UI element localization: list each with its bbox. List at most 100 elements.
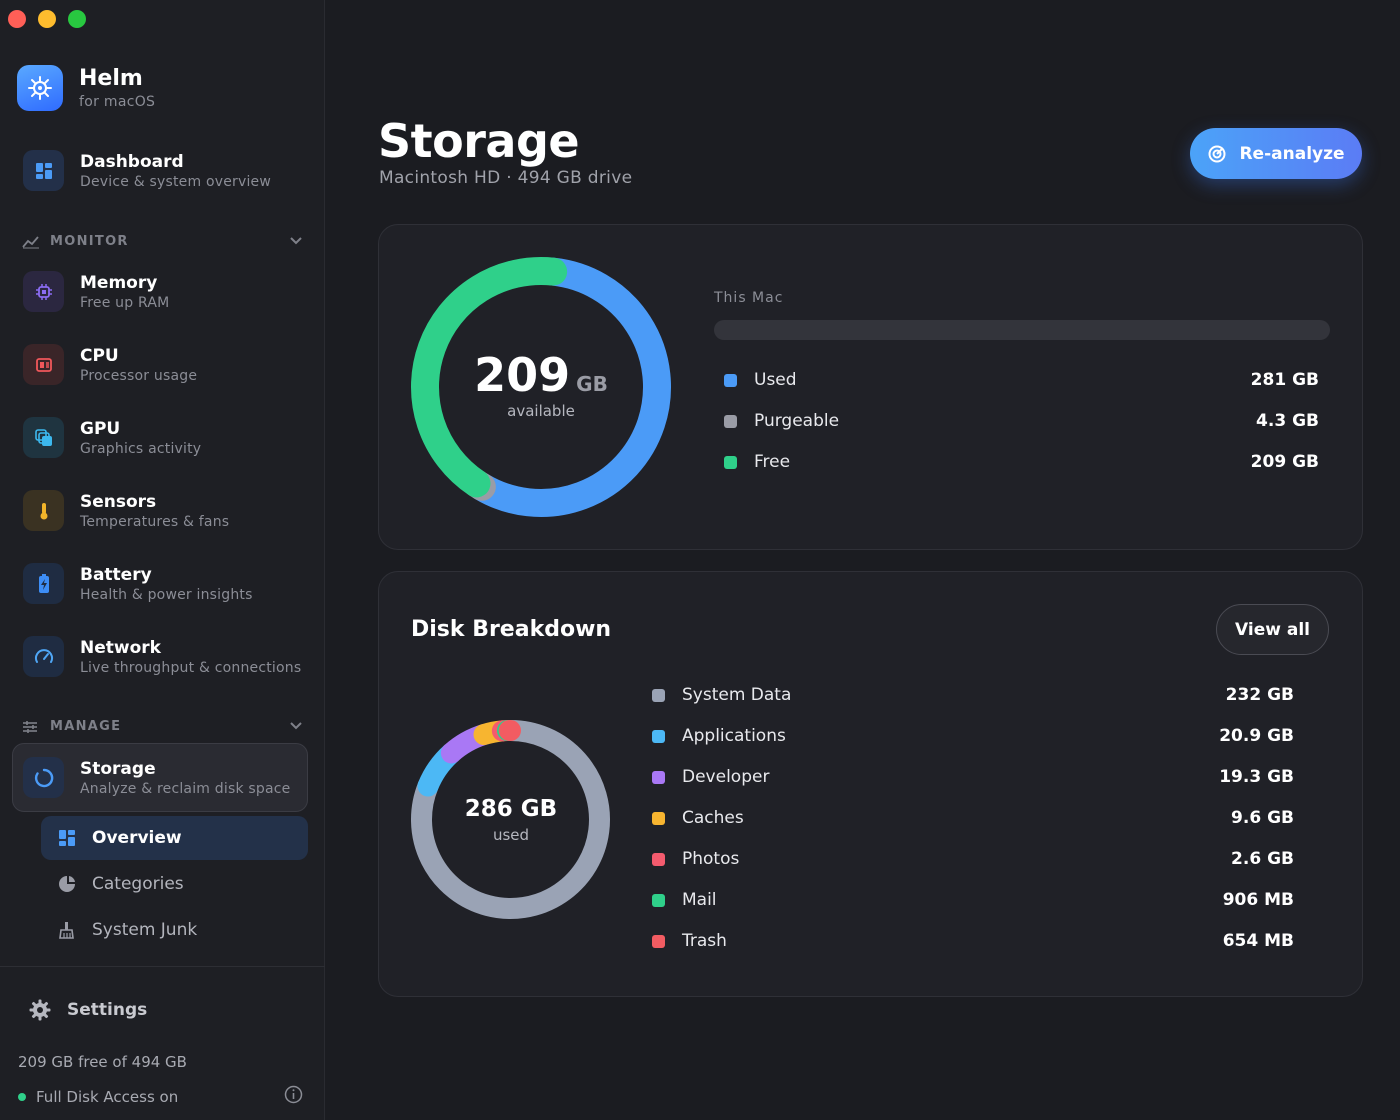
used-label: used [492,826,530,844]
window-controls [8,10,86,28]
breakdown-row-system-data[interactable]: System Data 232 GB [652,685,1294,705]
category-value: 654 MB [1222,931,1294,951]
page-subtitle: Macintosh HD · 494 GB drive [379,168,633,188]
sidebar-item-label: Dashboard [80,152,184,172]
category-swatch [652,729,665,743]
breakdown-row-developer[interactable]: Developer 19.3 GB [652,767,1294,787]
free-swatch [724,455,737,469]
sidebar-item-gpu[interactable]: GPU Graphics activity [23,417,201,458]
sidebar-item-storage[interactable]: Storage Analyze & reclaim disk space [23,757,291,798]
sidebar-subitem-label: Overview [92,828,182,848]
sidebar-item-memory[interactable]: Memory Free up RAM [23,271,169,312]
sidebar-item-network[interactable]: Network Live throughput & connections [23,636,301,677]
sidebar-item-label: Sensors [80,492,157,512]
sidebar-item-label: GPU [80,419,121,439]
sidebar-item-label: Network [80,638,161,658]
category-value: 2.6 GB [1231,849,1294,869]
helm-logo-icon [17,65,63,111]
breakdown-row-mail[interactable]: Mail 906 MB [652,890,1294,910]
sidebar-item-description: Temperatures & fans [80,514,230,530]
usage-bar [714,320,1330,340]
available-label: available [507,402,575,420]
reanalyze-label: Re-analyze [1239,143,1345,164]
sidebar-item-description: Device & system overview [80,174,272,190]
monitor-section-header[interactable]: MONITOR [22,234,302,249]
settings-button[interactable]: Settings [29,999,147,1021]
used-value: 286 GB [464,796,558,822]
used-readout: 286 GB used [431,796,591,844]
breakdown-row-applications[interactable]: Applications 20.9 GB [652,726,1294,746]
breakdown-row-photos[interactable]: Photos 2.6 GB [652,849,1294,869]
legend-name: Used [754,370,797,390]
sidebar-item-description: Processor usage [80,368,198,384]
category-name: Mail [682,890,717,910]
disk-access-status: Full Disk Access on [18,1085,303,1108]
sidebar-item-label: Battery [80,565,152,585]
gear-icon [29,999,51,1021]
manage-section-header[interactable]: MANAGE [22,719,302,734]
close-window-button[interactable] [8,10,26,28]
app-brand: Helm for macOS [17,65,155,111]
chevron-down-icon [290,234,302,249]
sidebar-item-cpu[interactable]: CPU Processor usage [23,344,197,385]
sidebar-item-description: Live throughput & connections [80,660,302,676]
broom-icon [59,922,74,939]
sidebar-item-description: Health & power insights [80,587,253,603]
settings-label: Settings [67,1000,148,1020]
app-name: Helm [79,66,143,91]
legend-row-used: Used 281 GB [724,370,1319,390]
category-swatch [652,811,665,825]
status-dot [18,1092,26,1101]
view-all-button[interactable]: View all [1216,604,1329,655]
zoom-window-button[interactable] [68,10,86,28]
sidebar-divider [0,966,325,967]
app-subtitle: for macOS [79,94,156,110]
category-swatch [652,852,665,866]
reanalyze-button[interactable]: Re-analyze [1190,128,1362,179]
sliders-icon [22,720,40,734]
legend-row-free: Free 209 GB [724,452,1319,472]
breakdown-row-trash[interactable]: Trash 654 MB [652,931,1294,951]
activity-icon [22,235,40,249]
sidebar-subitem-system-junk[interactable]: System Junk [41,908,308,952]
category-swatch [652,770,665,784]
minimize-window-button[interactable] [38,10,56,28]
sidebar-item-dashboard[interactable]: Dashboard Device & system overview [23,150,271,191]
category-swatch [652,934,665,948]
category-value: 9.6 GB [1231,808,1294,828]
info-icon[interactable] [284,1085,303,1108]
legend-name: Free [754,452,791,472]
category-value: 20.9 GB [1219,726,1294,746]
sidebar-item-description: Free up RAM [80,295,170,311]
chip-icon [23,271,64,312]
sidebar: Helm for macOS Dashboard Device & system… [0,0,325,1120]
section-label: MONITOR [50,234,129,249]
section-label: MANAGE [50,719,122,734]
legend-value: 281 GB [1250,370,1319,390]
breakdown-row-caches[interactable]: Caches 9.6 GB [652,808,1294,828]
purgeable-swatch [724,414,737,428]
used-swatch [724,373,737,387]
category-name: Photos [682,849,740,869]
sidebar-item-sensors[interactable]: Sensors Temperatures & fans [23,490,229,531]
sidebar-subitem-overview[interactable]: Overview [41,816,308,860]
sidebar-item-description: Graphics activity [80,441,202,457]
legend-name: Purgeable [754,411,840,431]
processor-icon [23,344,64,385]
dashboard-icon [23,150,64,191]
pie-icon [59,876,75,892]
battery-icon [23,563,64,604]
sidebar-subitem-categories[interactable]: Categories [41,862,308,906]
category-value: 232 GB [1225,685,1294,705]
category-value: 906 MB [1222,890,1294,910]
sidebar-item-label: Storage [80,759,156,779]
category-swatch [652,688,665,702]
sidebar-item-battery[interactable]: Battery Health & power insights [23,563,253,604]
layers-icon [23,417,64,458]
free-space-summary: 209 GB free of 494 GB [18,1053,187,1071]
breakdown-title: Disk Breakdown [411,617,612,642]
disk-access-label: Full Disk Access on [36,1087,179,1106]
legend-value: 4.3 GB [1256,411,1319,431]
category-name: System Data [682,685,792,705]
legend-row-purgeable: Purgeable 4.3 GB [724,411,1319,431]
